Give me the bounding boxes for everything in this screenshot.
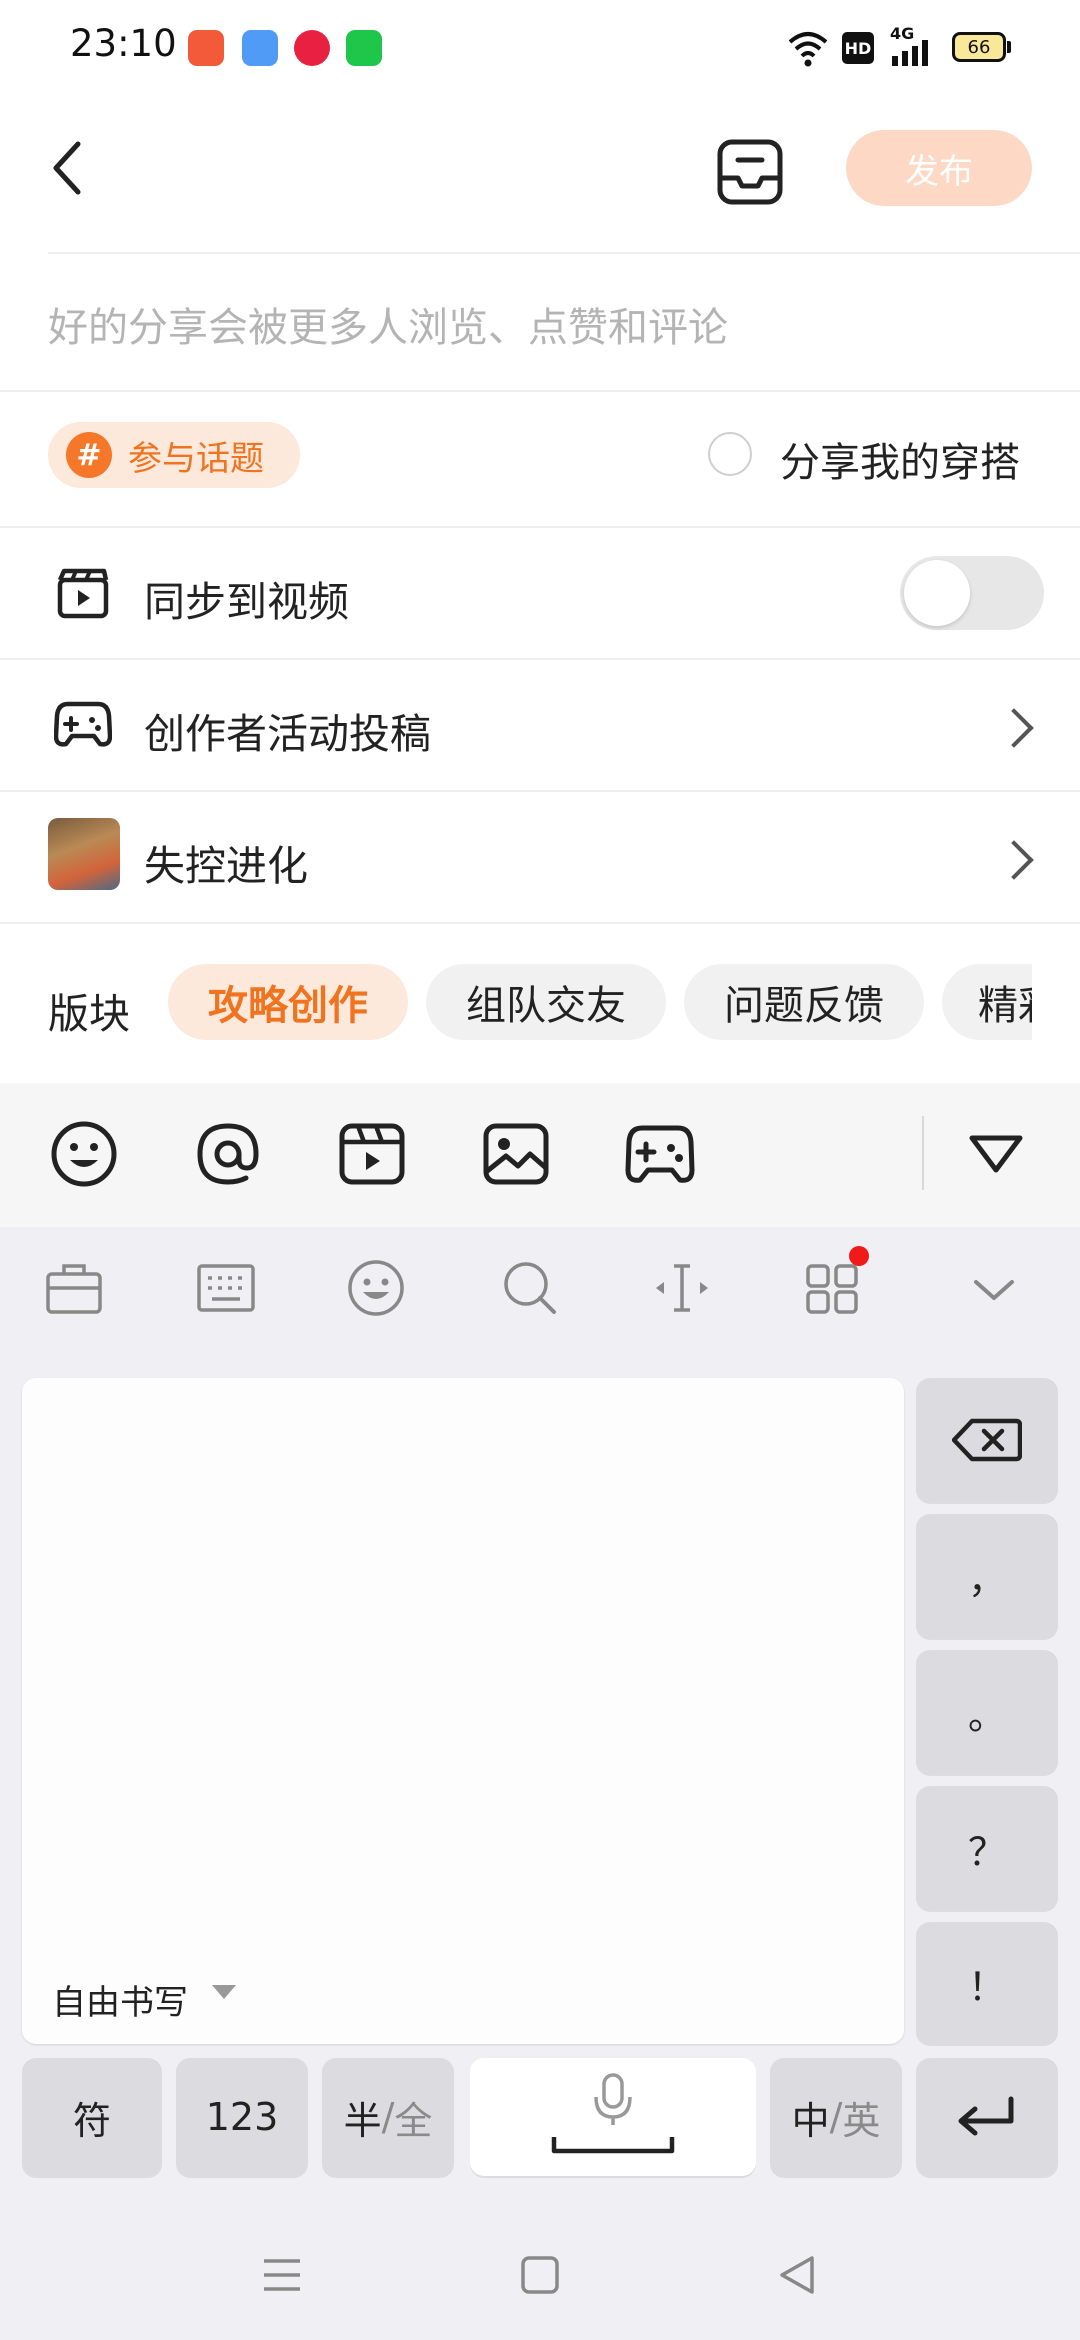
video-icon[interactable]	[336, 1118, 408, 1190]
backspace-key[interactable]	[916, 1378, 1058, 1502]
share-outfit-radio[interactable]	[708, 432, 752, 476]
clapperboard-icon	[57, 568, 109, 619]
full-width-label: 全	[394, 2098, 433, 2143]
sync-video-label: 同步到视频	[144, 578, 349, 626]
back-arrow-icon[interactable]	[48, 140, 88, 196]
status-time: 23:10	[70, 22, 177, 65]
menu-nav-icon[interactable]	[262, 2255, 302, 2295]
separator: /	[381, 2095, 395, 2139]
chat-app-icon	[346, 30, 382, 66]
back-nav-icon[interactable]	[778, 2255, 818, 2295]
cursor-move-icon[interactable]	[652, 1258, 712, 1318]
signal-icon	[892, 40, 928, 66]
post-text-input[interactable]: 好的分享会被更多人浏览、点赞和评论	[48, 295, 728, 353]
emoji-keyboard-icon[interactable]	[346, 1258, 406, 1318]
section-chip-scroller[interactable]: 攻略创作 组队交友 问题反馈 精彩	[0, 940, 1032, 1060]
wifi-icon	[788, 32, 828, 67]
caret-down-icon[interactable]	[212, 1985, 236, 1999]
divider	[48, 252, 1080, 254]
battery-tip	[1007, 41, 1011, 53]
space-voice-key[interactable]	[470, 2058, 756, 2176]
collapse-triangle-icon[interactable]	[968, 1132, 1024, 1176]
toolbar-divider	[922, 1116, 924, 1190]
battery-icon: 66	[952, 32, 1006, 62]
hash-icon: #	[66, 432, 112, 478]
enter-key[interactable]	[916, 2058, 1058, 2176]
divider	[0, 526, 1080, 528]
symbols-key[interactable]: 符	[22, 2058, 162, 2176]
join-topic-button[interactable]: # 参与话题	[48, 422, 300, 488]
home-nav-icon[interactable]	[520, 2255, 560, 2295]
enter-icon	[958, 2096, 1014, 2136]
sync-video-toggle[interactable]	[900, 556, 1044, 630]
game-controller-icon[interactable]	[624, 1118, 696, 1190]
handwrite-mode-label[interactable]: 自由书写	[52, 1975, 188, 2024]
period-key[interactable]: 。	[916, 1650, 1058, 1774]
keyboard-icon[interactable]	[196, 1258, 256, 1318]
mention-icon[interactable]	[192, 1118, 264, 1190]
numbers-key[interactable]: 123	[176, 2058, 308, 2176]
music-app-icon	[294, 30, 330, 66]
section-chip-feedback[interactable]: 问题反馈	[684, 964, 924, 1040]
creator-activity-label: 创作者活动投稿	[144, 710, 431, 758]
feather-app-icon	[242, 30, 278, 66]
hd-badge-text: HD	[844, 38, 872, 58]
join-topic-label: 参与话题	[128, 438, 264, 479]
section-chip-strategy[interactable]: 攻略创作	[168, 964, 408, 1040]
chinese-label: 中	[791, 2098, 830, 2143]
divider	[0, 390, 1080, 392]
section-chip-team[interactable]: 组队交友	[426, 964, 666, 1040]
game-thumbnail	[48, 818, 120, 890]
backspace-icon	[952, 1418, 1022, 1462]
question-key[interactable]: ？	[916, 1786, 1058, 1910]
half-full-width-key[interactable]: 半 / 全	[322, 2058, 454, 2176]
toggle-knob	[904, 560, 970, 626]
separator: /	[829, 2095, 843, 2139]
section-chip-featured[interactable]: 精彩	[942, 964, 1032, 1040]
emoji-icon[interactable]	[48, 1118, 120, 1190]
divider	[0, 922, 1080, 924]
half-width-label: 半	[343, 2098, 382, 2143]
english-label: 英	[842, 2098, 881, 2143]
game-label: 失控进化	[144, 842, 308, 890]
search-icon[interactable]	[500, 1258, 560, 1318]
toolbox-icon[interactable]	[44, 1258, 104, 1318]
battery-level: 66	[967, 36, 991, 58]
microphone-icon	[551, 2073, 675, 2154]
drafts-box-icon[interactable]	[716, 138, 784, 206]
handwriting-area[interactable]	[22, 1378, 904, 2044]
hd-badge: HD	[842, 32, 874, 64]
chinese-english-key[interactable]: 中 / 英	[770, 2058, 902, 2176]
share-outfit-label[interactable]: 分享我的穿搭	[780, 430, 1020, 488]
exclaim-key[interactable]: ！	[916, 1922, 1058, 2044]
gamepad-icon	[54, 701, 112, 747]
video-app-icon	[188, 30, 224, 66]
notification-dot	[849, 1246, 869, 1266]
comma-key[interactable]: ，	[916, 1514, 1058, 1638]
image-icon[interactable]	[480, 1118, 552, 1190]
chevron-down-icon[interactable]	[972, 1276, 1016, 1304]
apps-grid-icon[interactable]	[804, 1258, 864, 1318]
publish-button[interactable]: 发布	[846, 130, 1032, 206]
